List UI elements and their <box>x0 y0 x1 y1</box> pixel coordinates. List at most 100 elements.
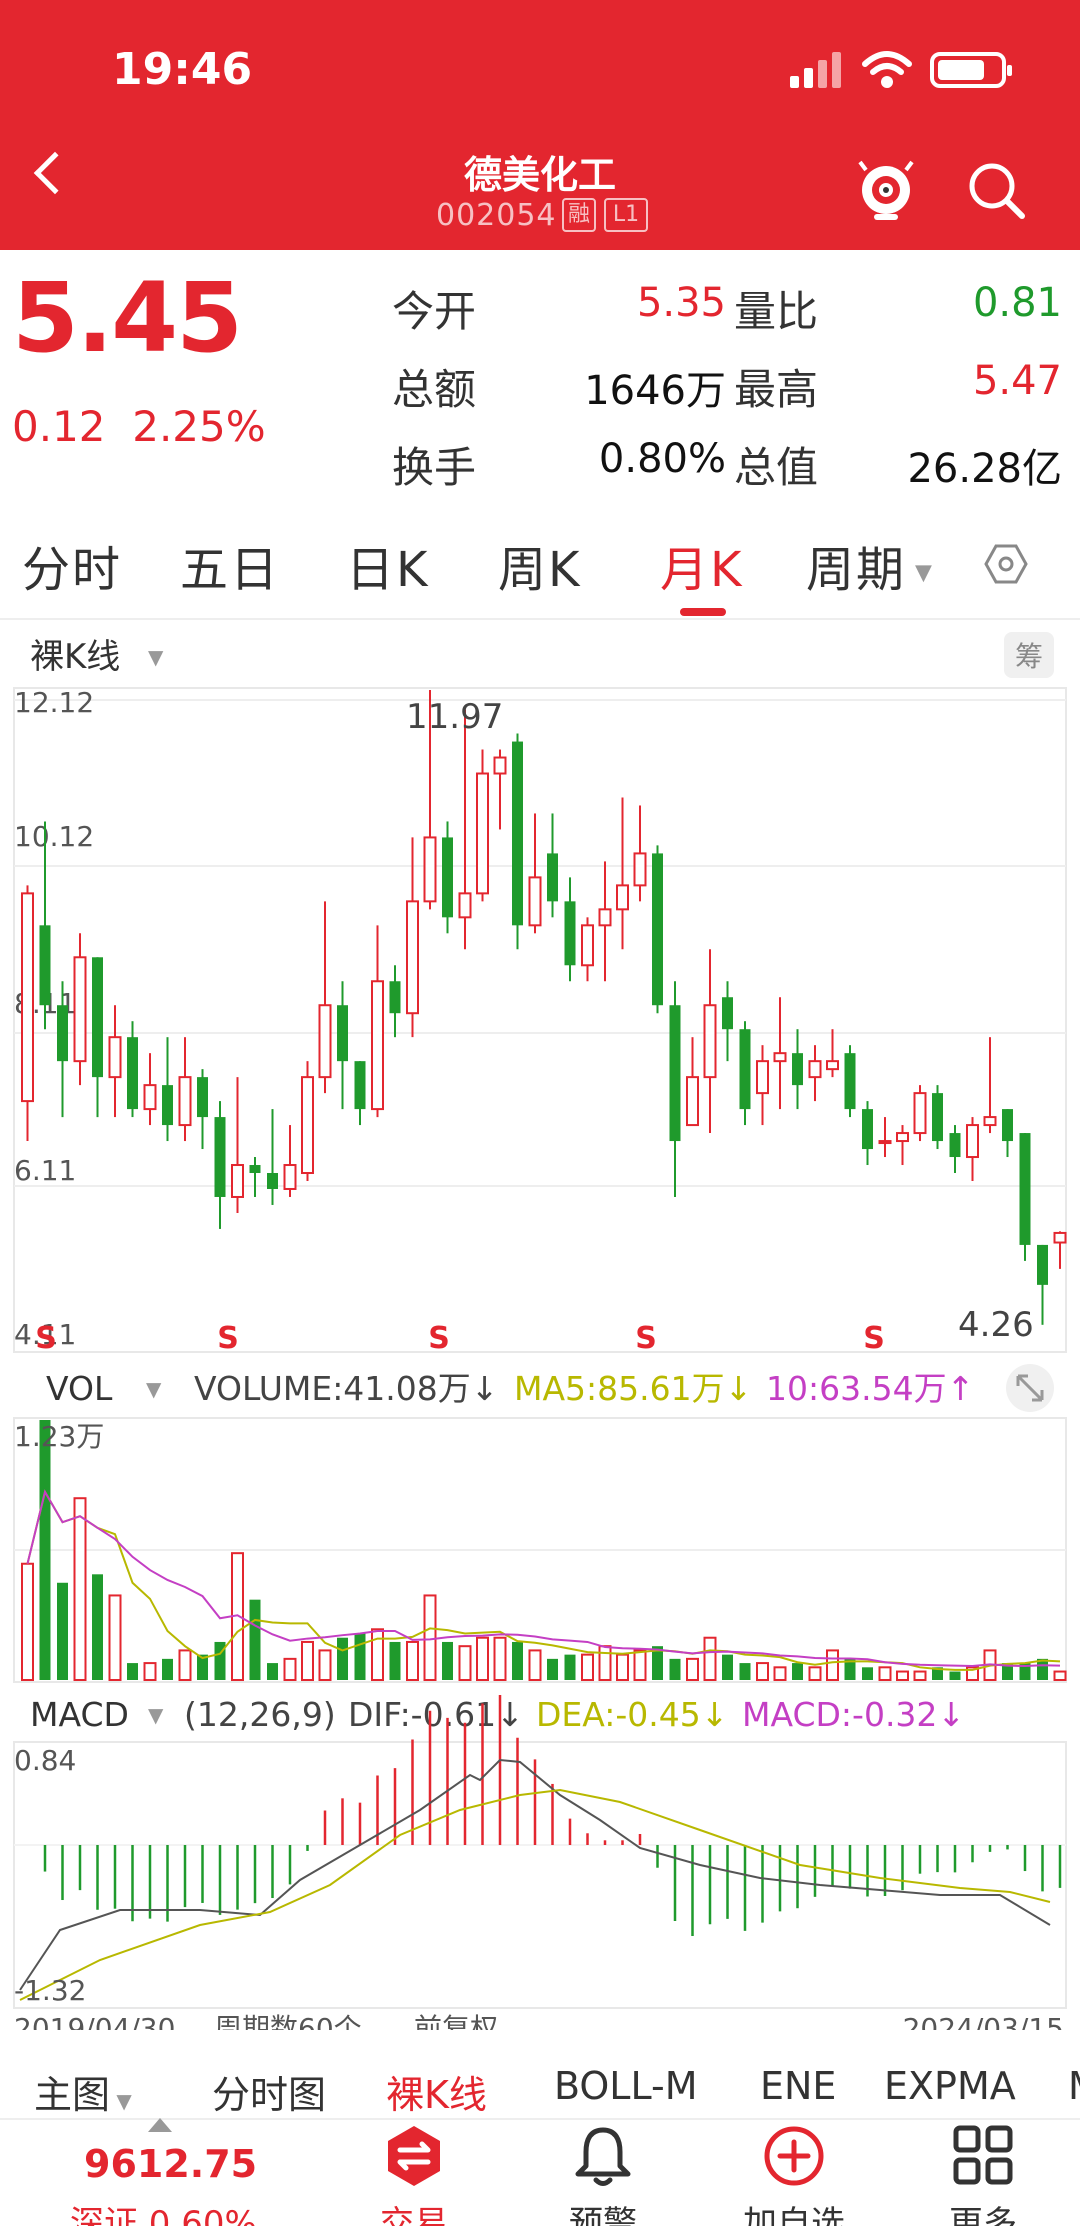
volume-bar <box>739 1663 751 1680</box>
candle-body <box>932 1093 943 1142</box>
candle-body <box>826 1060 839 1071</box>
volume-bar <box>301 1640 314 1681</box>
chevron-down-icon: ▼ <box>146 1377 162 1401</box>
candle-body <box>39 925 51 1006</box>
candle-body <box>652 853 663 1006</box>
volume-bar <box>92 1574 103 1680</box>
main-chart-label: 主图 <box>34 2073 111 2117</box>
tab-five-day[interactable]: 五日 <box>180 530 280 600</box>
volume-bar <box>598 1645 612 1681</box>
macd-indicator-name[interactable]: MACD <box>30 1695 129 1734</box>
price-change: 0.12 2.25% <box>12 402 266 451</box>
stat-value: 1646万 <box>584 368 726 414</box>
volume-bar <box>73 1497 87 1682</box>
volume-bar <box>862 1667 873 1680</box>
vol-indicator-name[interactable]: VOL <box>46 1369 113 1408</box>
y-tick-label: 10.12 <box>14 820 94 853</box>
ma5-value: MA5:85.61万↓ <box>514 1369 752 1408</box>
indicator-expma[interactable]: EXPMA <box>884 2064 1016 2108</box>
stat-value: 0.80% <box>598 436 726 482</box>
stat-label: 总值 <box>734 443 819 492</box>
volume-bar <box>458 1645 472 1681</box>
trade-icon[interactable] <box>382 2124 446 2188</box>
indicator-bare-k[interactable]: 裸K线 <box>386 2064 487 2119</box>
volume-bar <box>949 1671 961 1680</box>
volume-bar <box>633 1649 647 1681</box>
volume-bar <box>756 1662 769 1682</box>
indicator-boll[interactable]: BOLL-M <box>554 2064 697 2108</box>
candle-body <box>493 756 507 775</box>
add-watchlist-icon[interactable] <box>762 2124 826 2188</box>
candle-body <box>669 1005 681 1142</box>
candle-body <box>896 1132 909 1143</box>
stock-name: 德美化工 <box>463 153 616 197</box>
volume-bar <box>878 1666 892 1681</box>
stat-label: 量比 <box>734 287 819 336</box>
y-tick-label: 6.11 <box>14 1154 76 1187</box>
bell-icon[interactable] <box>572 2124 634 2188</box>
nav-alert-label: 预警 <box>569 2204 637 2226</box>
volume-bar <box>826 1649 839 1681</box>
volume-bar <box>423 1594 437 1681</box>
volume-bar <box>581 1653 594 1682</box>
candle-body <box>1053 1231 1067 1244</box>
volume-bar <box>616 1653 629 1682</box>
candle-body <box>143 1084 157 1111</box>
volume-bar <box>722 1654 733 1680</box>
candle-body <box>458 892 472 919</box>
candle-body <box>564 901 576 966</box>
tab-daily-k[interactable]: 日K <box>346 530 429 600</box>
kline-chart[interactable]: 裸K线 ▼ 筹 12.12 10.12 8.11 6.11 4.11 11.97… <box>0 620 1080 2030</box>
stat-label: 最高 <box>734 365 819 414</box>
change-amount: 0.12 <box>12 402 106 451</box>
chip-label: 筹 <box>1015 640 1043 673</box>
assistant-robot-icon[interactable] <box>856 160 916 222</box>
volume-max-label: 1.23万 <box>14 1420 104 1453</box>
candle-body <box>318 1004 332 1079</box>
sell-marker: S <box>635 1321 657 1356</box>
volume-bar <box>512 1641 523 1680</box>
volume-bar <box>564 1654 576 1680</box>
volume-bar <box>703 1636 717 1682</box>
adjust-mode[interactable]: 前复权 <box>414 2012 498 2030</box>
indicator-more[interactable]: M <box>1068 2064 1080 2108</box>
dif-value: DIF:-0.61↓ <box>348 1695 524 1734</box>
volume-bar <box>57 1582 68 1680</box>
volume-bar <box>669 1658 681 1680</box>
indicator-ene[interactable]: ENE <box>760 2064 836 2108</box>
grid-icon[interactable] <box>952 2124 1014 2186</box>
low-price-label: 4.26 <box>958 1305 1034 1345</box>
main-chart-frame <box>13 687 1067 1353</box>
sell-marker: S <box>35 1321 57 1356</box>
macd-bottom-label: -1.32 <box>14 1974 86 2007</box>
search-icon[interactable] <box>966 160 1026 220</box>
indicator-intraday[interactable]: 分时图 <box>212 2064 326 2119</box>
y-tick-label: 12.12 <box>14 686 94 719</box>
volume-bar <box>792 1663 803 1680</box>
active-tab-indicator <box>680 608 726 616</box>
candle-body <box>231 1164 244 1198</box>
index-value[interactable]: 9612.75 <box>84 2142 257 2186</box>
candle-body <box>949 1133 961 1158</box>
chart-type-label[interactable]: 裸K线 <box>30 637 120 677</box>
ma10-value: 10:63.54万↑ <box>766 1369 974 1408</box>
battery-icon <box>930 52 1012 88</box>
wifi-icon <box>862 51 912 88</box>
tab-monthly-k[interactable]: 月K <box>660 530 743 600</box>
candle-body <box>178 1076 192 1127</box>
volume-bar <box>178 1649 192 1681</box>
tab-intraday[interactable]: 分时 <box>22 530 122 600</box>
main-chart-selector[interactable]: 主图 ▼ <box>34 2064 132 2119</box>
index-label: 深证 0.60% <box>70 2204 257 2226</box>
settings-hex-icon[interactable] <box>984 542 1028 586</box>
x-end-date: 2024/03/15 <box>903 2012 1064 2030</box>
candle-body <box>703 1004 717 1079</box>
volume-bar <box>249 1599 261 1680</box>
candle-body <box>913 1092 927 1135</box>
tab-period-dropdown[interactable]: 周期 ▼ <box>806 530 934 600</box>
candle-body <box>423 836 437 903</box>
sell-marker: S <box>217 1321 239 1356</box>
tab-weekly-k[interactable]: 周K <box>498 530 581 600</box>
candle-body <box>1019 1133 1031 1245</box>
volume-bar <box>547 1658 558 1680</box>
